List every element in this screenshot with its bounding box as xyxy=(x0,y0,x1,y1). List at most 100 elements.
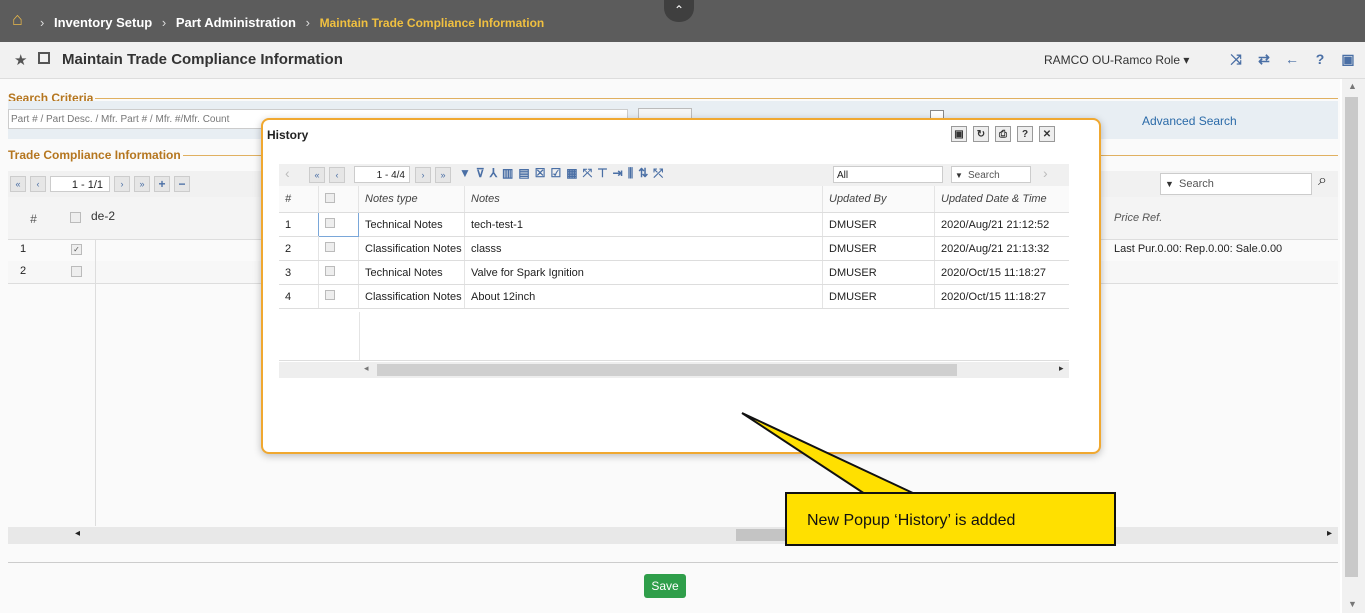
pin-icon[interactable]: ⊤ xyxy=(597,166,607,181)
row-checkbox[interactable] xyxy=(325,218,335,228)
popup-page-indicator[interactable]: 1 - 4/4 xyxy=(354,166,410,183)
row-checkbox[interactable] xyxy=(325,266,335,276)
prev-page-icon[interactable]: ‹ xyxy=(30,176,46,192)
next-page-icon[interactable]: › xyxy=(114,176,130,192)
row-checkbox-cell[interactable] xyxy=(318,236,359,261)
notes-type-cell: Classification Notes xyxy=(358,236,465,261)
scroll-down-icon[interactable]: ▼ xyxy=(1348,599,1357,609)
scroll-thumb[interactable] xyxy=(377,364,957,376)
row-checkbox-cell[interactable] xyxy=(318,212,359,237)
row-checkbox[interactable] xyxy=(325,242,335,252)
breadcrumb-part-administration[interactable]: Part Administration xyxy=(176,15,296,30)
switch-icon[interactable]: ⤨ xyxy=(1228,51,1244,68)
export-icon[interactable]: ☑ xyxy=(550,166,561,181)
collapse-header-button[interactable]: ⌃ xyxy=(664,0,694,22)
add-row-icon[interactable]: + xyxy=(154,176,170,192)
history-table-empty-area xyxy=(279,312,1069,361)
print-icon[interactable]: ⎙ xyxy=(995,126,1011,142)
first-page-icon[interactable]: « xyxy=(309,167,325,183)
vertical-scroll-thumb[interactable] xyxy=(1345,97,1358,577)
history-popup: History ▣ ↻ ⎙ ? ✕ ‹ « ‹ 1 - 4/4 › » ▼ ⊽ … xyxy=(261,118,1101,454)
table-row[interactable]: 2 Classification Notes classs DMUSER 202… xyxy=(279,236,1069,261)
row-checkbox-cell[interactable] xyxy=(318,284,359,309)
screen-icon[interactable]: ▣ xyxy=(1340,51,1356,68)
table-row[interactable]: 3 Technical Notes Valve for Spark Igniti… xyxy=(279,260,1069,285)
refresh-icon[interactable]: ↻ xyxy=(973,126,989,142)
save-button[interactable]: Save xyxy=(644,574,686,598)
search-icon[interactable]: ⌕ xyxy=(1318,172,1327,190)
select-all-checkbox[interactable] xyxy=(325,192,335,203)
help-icon[interactable]: ? xyxy=(1312,51,1328,68)
breadcrumb-inventory-setup[interactable]: Inventory Setup xyxy=(54,15,152,30)
first-page-icon[interactable]: « xyxy=(10,176,26,192)
filter-icon[interactable]: ▼ xyxy=(459,166,471,181)
scroll-up-icon[interactable]: ▲ xyxy=(1348,81,1357,91)
page-title: Maintain Trade Compliance Information xyxy=(62,51,343,68)
clear-sort-icon[interactable]: ⤱ xyxy=(653,166,663,181)
vertical-scrollbar[interactable]: ▲ ▼ xyxy=(1342,79,1365,613)
notes-cell: tech-test-1 xyxy=(464,212,823,237)
scroll-left-icon[interactable]: ◂ xyxy=(75,528,80,539)
history-table: # Notes type Notes Updated By Updated Da… xyxy=(279,186,1069,309)
notes-type-cell: Technical Notes xyxy=(358,260,465,285)
swap-icon[interactable]: ⇄ xyxy=(1256,51,1272,68)
layout-icon[interactable]: ▤ xyxy=(518,166,529,181)
favorite-star-icon[interactable]: ★ xyxy=(14,51,27,69)
row-checkbox[interactable]: ✓ xyxy=(71,244,82,255)
last-page-icon[interactable]: » xyxy=(134,176,150,192)
column-header-number: # xyxy=(279,186,319,213)
updated-date-cell: 2020/Aug/21 21:12:52 xyxy=(934,212,1069,237)
columns-icon[interactable]: ⫼ xyxy=(628,166,634,181)
help-icon[interactable]: ? xyxy=(1017,126,1033,142)
row-checkbox-cell[interactable] xyxy=(318,260,359,285)
notes-cell: Valve for Spark Ignition xyxy=(464,260,823,285)
back-icon[interactable]: ← xyxy=(1284,51,1300,68)
chevron-left-icon[interactable]: ‹ xyxy=(285,165,290,181)
document-icon[interactable]: ▦ xyxy=(566,166,577,181)
popup-filter-select[interactable]: All xyxy=(833,166,943,183)
clear-filter-icon[interactable]: ⊽ xyxy=(476,166,485,181)
chart-icon[interactable]: ▥ xyxy=(502,166,513,181)
expand-icon[interactable]: ⤧ xyxy=(583,166,593,181)
popup-search-input[interactable]: ▼ Search xyxy=(951,166,1031,183)
row-number: 3 xyxy=(279,260,319,285)
advanced-search-link[interactable]: Advanced Search xyxy=(1142,114,1237,128)
footer-divider xyxy=(8,562,1338,563)
select-all-checkbox-cell[interactable] xyxy=(318,186,359,213)
pdf-icon[interactable]: ⅄ xyxy=(490,166,497,181)
page-indicator[interactable]: 1 - 1/1 xyxy=(50,176,110,192)
updated-date-cell: 2020/Aug/21 21:13:32 xyxy=(934,236,1069,261)
scroll-right-icon[interactable]: ▸ xyxy=(1059,363,1064,374)
notes-type-cell: Technical Notes xyxy=(358,212,465,237)
close-icon[interactable]: ✕ xyxy=(1039,126,1055,142)
table-row[interactable]: 1 Technical Notes tech-test-1 DMUSER 202… xyxy=(279,212,1069,237)
grid-search-input[interactable]: ▼ Search xyxy=(1160,173,1312,195)
horizontal-scrollbar[interactable]: ◂ ▸ xyxy=(8,527,1338,544)
row-checkbox[interactable] xyxy=(325,290,335,300)
menu-icon[interactable] xyxy=(38,52,50,64)
ou-role-selector[interactable]: RAMCO OU-Ramco Role ▾ xyxy=(1044,53,1189,67)
screen-icon[interactable]: ▣ xyxy=(951,126,967,142)
table-row[interactable]: 4 Classification Notes About 12inch DMUS… xyxy=(279,284,1069,309)
scroll-left-icon[interactable]: ◂ xyxy=(364,363,369,374)
row-checkbox[interactable] xyxy=(71,266,82,277)
breadcrumb-separator: › xyxy=(305,15,310,30)
excel-icon[interactable]: ☒ xyxy=(535,166,546,181)
home-icon[interactable]: ⌂ xyxy=(12,10,30,28)
scroll-right-icon[interactable]: ▸ xyxy=(1327,528,1332,539)
column-divider xyxy=(359,312,360,360)
search-dropdown-icon[interactable]: ▼ xyxy=(955,167,963,184)
last-page-icon[interactable]: » xyxy=(435,167,451,183)
popup-horizontal-scrollbar[interactable]: ◂ ▸ xyxy=(279,362,1069,378)
price-ref-cell: Last Pur.0.00: Rep.0.00: Sale.0.00 xyxy=(1114,243,1283,255)
search-dropdown-icon[interactable]: ▼ xyxy=(1165,174,1174,194)
sort-icon[interactable]: ⇅ xyxy=(638,166,648,181)
freeze-icon[interactable]: ⇥ xyxy=(613,166,623,181)
prev-page-icon[interactable]: ‹ xyxy=(329,167,345,183)
select-all-checkbox[interactable] xyxy=(70,212,81,223)
updated-by-cell: DMUSER xyxy=(822,260,935,285)
chevron-right-icon[interactable]: › xyxy=(1043,165,1048,181)
delete-row-icon[interactable]: − xyxy=(174,176,190,192)
column-header-code: de-2 xyxy=(91,209,116,223)
next-page-icon[interactable]: › xyxy=(415,167,431,183)
